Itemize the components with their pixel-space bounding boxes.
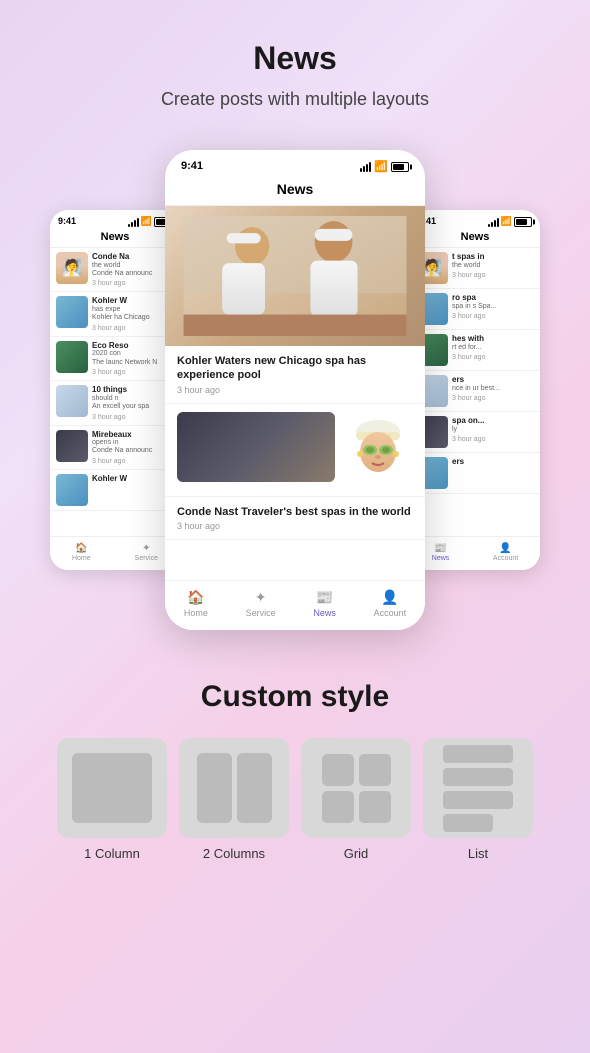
- nav-service[interactable]: ✦ Service: [135, 543, 158, 562]
- list-item: ers: [410, 453, 540, 494]
- news-icon: 📰: [434, 543, 446, 554]
- right-nav: 📰 News 👤 Account: [410, 536, 540, 570]
- thumb-pool2: [56, 474, 88, 506]
- nav-account[interactable]: 👤 Account: [493, 543, 518, 562]
- article-2-title: Conde Nast Traveler's best spas in the w…: [177, 505, 413, 519]
- layout-list: List: [423, 738, 533, 861]
- wifi-icon: 📶: [374, 160, 388, 173]
- page-title: News: [253, 40, 337, 77]
- home-icon: 🏠: [187, 589, 204, 606]
- news-icon: 📰: [316, 589, 333, 606]
- list-item: Kohler W: [50, 470, 180, 511]
- custom-style-title: Custom style: [201, 680, 389, 714]
- layout-grid: Grid: [301, 738, 411, 861]
- main-article-1: Kohler Waters new Chicago spa has experi…: [165, 346, 425, 404]
- nav-home[interactable]: 🏠 Home: [72, 543, 91, 562]
- main-article-2: [165, 404, 425, 497]
- hero-image: [165, 206, 425, 346]
- article-1-title: Kohler Waters new Chicago spa has experi…: [177, 354, 413, 383]
- main-header: News: [165, 177, 425, 206]
- main-article-2-text: Conde Nast Traveler's best spas in the w…: [165, 497, 425, 540]
- phone-left: 9:41 📶 News 🧖 Conde Na the world Conde N…: [50, 210, 180, 570]
- right-header: News: [410, 229, 540, 248]
- list-item: spa on... ly 3 hour ago: [410, 412, 540, 453]
- account-icon: 👤: [499, 543, 511, 554]
- nav-service[interactable]: ✦ Service: [246, 589, 276, 618]
- layout-2col-preview[interactable]: [179, 738, 289, 838]
- hero-svg: [175, 216, 415, 336]
- page-subtitle: Create posts with multiple layouts: [161, 89, 429, 110]
- layout-grid-preview[interactable]: [301, 738, 411, 838]
- nav-news[interactable]: 📰 News: [313, 589, 336, 618]
- layout-2col: 2 Columns: [179, 738, 289, 861]
- article-1-time: 3 hour ago: [177, 385, 413, 395]
- battery-icon: [514, 217, 532, 227]
- service-icon: ✦: [142, 543, 150, 554]
- list-item: ro spa spa in s Spa... 3 hour ago: [410, 289, 540, 330]
- spa-face-icon: [348, 412, 408, 482]
- left-header: News: [50, 229, 180, 248]
- layout-grid-label: Grid: [344, 846, 369, 861]
- left-time: 9:41: [58, 216, 76, 227]
- home-icon: 🏠: [75, 543, 87, 554]
- hero-spa-scene: [165, 206, 425, 346]
- list-item: ers nce in ur best... 3 hour ago: [410, 371, 540, 412]
- list-item: Eco Reso 2020 con The launc Network N 3 …: [50, 337, 180, 381]
- list-item: Kohler W has expe Kohler ha Chicago 3 ho…: [50, 292, 180, 336]
- article-2-image: [177, 412, 335, 482]
- phone-main: 9:41 📶 News: [165, 150, 425, 630]
- battery-icon: [391, 162, 409, 172]
- wifi-icon: 📶: [501, 216, 512, 227]
- layout-1col: 1 Column: [57, 738, 167, 861]
- signal-icon: [360, 162, 371, 172]
- list-shape: [443, 745, 513, 832]
- left-status-bar: 9:41 📶: [50, 210, 180, 229]
- grid-shape: [322, 754, 391, 823]
- thumb-luxury: [56, 430, 88, 462]
- layout-1col-preview[interactable]: [57, 738, 167, 838]
- main-status-bar: 9:41 📶: [165, 150, 425, 177]
- main-nav: 🏠 Home ✦ Service 📰 News 👤 Account: [165, 580, 425, 630]
- single-col-shape: [72, 753, 152, 823]
- layout-options: 1 Column 2 Columns Grid: [57, 738, 533, 861]
- nav-home[interactable]: 🏠 Home: [184, 589, 208, 618]
- phones-section: 9:41 📶 News 🧖 Conde Na the world Conde N…: [20, 140, 570, 640]
- account-icon: 👤: [381, 589, 398, 606]
- layout-list-preview[interactable]: [423, 738, 533, 838]
- phone-right: 9:41 📶 News 🧖 t spas in the world 3 hour…: [410, 210, 540, 570]
- thumb-person: 🧖: [56, 252, 88, 284]
- list-item: 🧖 Conde Na the world Conde Na announc 3 …: [50, 248, 180, 292]
- list-item: 10 things should n An excell your spa 3 …: [50, 381, 180, 425]
- main-time: 9:41: [181, 160, 203, 173]
- layout-1col-label: 1 Column: [84, 846, 140, 861]
- list-item: 🧖 t spas in the world 3 hour ago: [410, 248, 540, 289]
- list-item: Mirebeaux opens in Conde Na announc 3 ho…: [50, 426, 180, 470]
- layout-2col-label: 2 Columns: [203, 846, 265, 861]
- nav-account[interactable]: 👤 Account: [374, 589, 407, 618]
- list-item: hes with rt ed for... 3 hour ago: [410, 330, 540, 371]
- thumb-pool: [56, 296, 88, 328]
- service-icon: ✦: [255, 589, 267, 606]
- double-col-shape: [197, 753, 272, 823]
- nav-news[interactable]: 📰 News: [432, 543, 450, 562]
- right-status-bar: 9:41 📶: [410, 210, 540, 229]
- article-2-time: 3 hour ago: [177, 521, 413, 531]
- thumb-nature: [56, 341, 88, 373]
- layout-list-label: List: [468, 846, 488, 861]
- signal-icon: [488, 217, 499, 227]
- thumb-spa2: [56, 385, 88, 417]
- left-nav: 🏠 Home ✦ Service: [50, 536, 180, 570]
